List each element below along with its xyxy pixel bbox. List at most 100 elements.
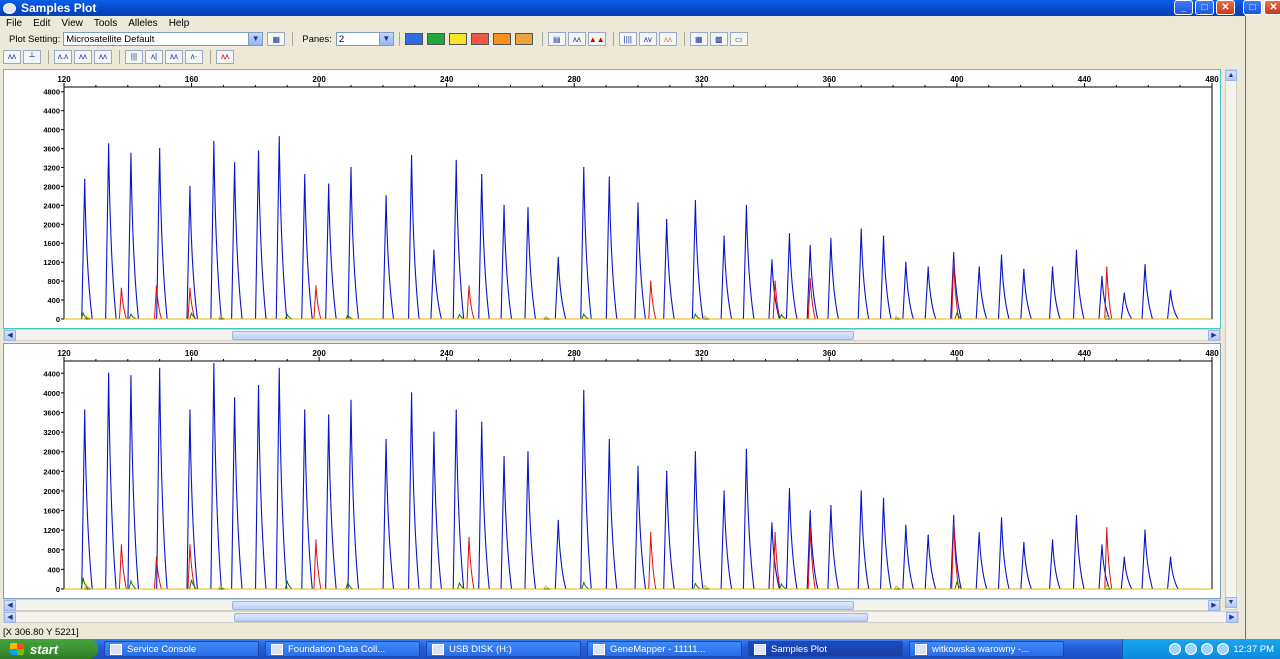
window-horizontal-scrollbar[interactable]: ◀ ▶ xyxy=(3,611,1239,623)
table-view-icon[interactable]: ▤ xyxy=(547,32,566,46)
peak-point xyxy=(860,228,862,230)
dye-color-button-4[interactable] xyxy=(470,33,489,45)
pane-1-horizontal-scrollbar[interactable]: ◀ ▶ xyxy=(3,329,1221,341)
scroll-left-icon[interactable]: ◀ xyxy=(4,330,16,341)
dye-color-button-6[interactable] xyxy=(514,33,533,45)
allele-call-icon[interactable]: ʌ| xyxy=(145,49,163,64)
window-vertical-scrollbar[interactable]: ▲ ▼ xyxy=(1225,69,1237,610)
menu-edit[interactable]: Edit xyxy=(33,18,50,29)
peak-point xyxy=(108,372,110,374)
overlay-peaks-icon[interactable]: ʌv xyxy=(638,32,657,46)
plot-setting-select[interactable]: Microsatellite Default ▼ xyxy=(63,32,264,46)
peak-point xyxy=(458,582,461,584)
peak-label-icon[interactable]: ʌ· xyxy=(185,49,203,64)
task-label: GeneMapper - 11111... xyxy=(610,643,706,655)
series-3 xyxy=(64,577,1212,590)
genotype-table-icon[interactable]: ▩ xyxy=(709,32,728,46)
scroll-left-icon[interactable]: ◀ xyxy=(4,612,16,623)
task-witkowska[interactable]: witkowska warowny -... xyxy=(909,641,1064,657)
scroll-left-icon[interactable]: ◀ xyxy=(4,600,16,611)
minimize-button[interactable]: _ xyxy=(1174,0,1193,15)
genemapper-icon xyxy=(593,643,605,655)
single-marker-icon[interactable]: ┴ xyxy=(23,49,41,64)
task-label: Foundation Data Coll... xyxy=(288,643,386,655)
peak-point xyxy=(84,409,86,411)
scroll-thumb[interactable] xyxy=(232,331,854,340)
peak-point xyxy=(650,280,652,282)
network-icon[interactable] xyxy=(1185,643,1198,655)
peak-point xyxy=(82,577,84,579)
volume-icon[interactable] xyxy=(1201,643,1214,655)
peak-point xyxy=(527,451,529,453)
peak-point xyxy=(433,249,435,251)
peak-point xyxy=(304,409,306,411)
pane-2-horizontal-scrollbar[interactable]: ◀ ▶ xyxy=(3,599,1221,611)
series-trace xyxy=(64,314,1212,320)
bins-icon[interactable]: |||| xyxy=(618,32,637,46)
peak-point xyxy=(1000,517,1003,519)
task-genemapper[interactable]: GeneMapper - 11111... xyxy=(587,641,742,657)
scroll-right-icon[interactable]: ▶ xyxy=(1208,330,1220,341)
plot-settings-editor-icon[interactable]: ▦ xyxy=(267,32,286,46)
menu-view[interactable]: View xyxy=(61,18,83,29)
series-1 xyxy=(64,362,1212,590)
zoom-peaks-icon[interactable]: ʌ.ʌ xyxy=(54,49,72,64)
maximize-button[interactable]: □ xyxy=(1243,0,1262,15)
zoom-selected-icon[interactable]: ʌʌ xyxy=(74,49,92,64)
task-service-console[interactable]: Service Console xyxy=(104,641,259,657)
colored-peaks-icon[interactable]: ʌʌ xyxy=(658,32,677,46)
full-view-icon[interactable]: ʌʌ xyxy=(3,49,21,64)
peak-point xyxy=(544,316,547,318)
close-button[interactable]: ✕ xyxy=(1264,0,1280,15)
scroll-right-icon[interactable]: ▶ xyxy=(1226,612,1238,623)
security-icon[interactable] xyxy=(1217,643,1230,655)
scroll-down-icon[interactable]: ▼ xyxy=(1225,597,1237,608)
start-button[interactable]: start xyxy=(0,639,98,659)
menu-alleles[interactable]: Alleles xyxy=(128,18,157,29)
background-window[interactable] xyxy=(1245,16,1280,639)
dye-color-button-3[interactable] xyxy=(448,33,467,45)
bin-display-icon[interactable]: ||| xyxy=(125,49,143,64)
task-samples-plot[interactable]: Samples Plot xyxy=(748,641,903,657)
sizing-table-icon[interactable]: ▦ xyxy=(689,32,708,46)
scroll-thumb[interactable] xyxy=(232,601,854,610)
report-icon[interactable]: ▭ xyxy=(729,32,748,46)
plot-pane-2[interactable]: 120 160 200 240 280 320 360 400 440 480 0 400 800 120… xyxy=(3,343,1221,599)
peak-point xyxy=(956,581,958,583)
plot-pane-1[interactable]: 120 160 200 240 280 320 360 400 440 480 0 400 800 120… xyxy=(3,69,1221,329)
tray-icon[interactable] xyxy=(1169,643,1182,655)
peak-point xyxy=(1051,539,1054,541)
task-usb-disk[interactable]: USB DISK (H:) xyxy=(426,641,581,657)
dye-color-button-5[interactable] xyxy=(492,33,511,45)
peak-point xyxy=(350,166,352,169)
panes-select[interactable]: 2 ▼ xyxy=(335,32,394,46)
scroll-right-icon[interactable]: ▶ xyxy=(1208,600,1220,611)
peak-point xyxy=(694,313,697,315)
peak-point xyxy=(234,162,236,164)
series-trace xyxy=(64,311,1212,320)
peaks-icon[interactable]: ʌʌ xyxy=(567,32,586,46)
close-button[interactable]: ✕ xyxy=(1216,0,1235,15)
marker-range-icon[interactable]: ʌʌ xyxy=(165,49,183,64)
peak-point xyxy=(159,147,161,150)
scroll-thumb[interactable] xyxy=(234,613,868,622)
menu-help[interactable]: Help xyxy=(169,18,190,29)
zoom-out-icon[interactable]: ʌʌ xyxy=(94,49,112,64)
peak-point xyxy=(85,315,87,317)
y-tick-label: 400 xyxy=(47,565,60,574)
maximize-button[interactable]: □ xyxy=(1195,0,1214,15)
red-peaks-icon[interactable]: ▲▲ xyxy=(587,32,606,46)
menu-tools[interactable]: Tools xyxy=(94,18,117,29)
dye-color-button-2[interactable] xyxy=(426,33,445,45)
task-foundation-data[interactable]: Foundation Data Coll... xyxy=(265,641,420,657)
peak-point xyxy=(694,200,697,202)
peak-point xyxy=(1106,584,1108,586)
peak-point xyxy=(189,287,191,289)
peak-point xyxy=(219,584,221,587)
app-icon xyxy=(3,2,16,14)
dye-color-button-1[interactable] xyxy=(404,33,423,45)
size-standard-icon[interactable]: ʌʌ xyxy=(216,49,234,64)
scroll-up-icon[interactable]: ▲ xyxy=(1225,70,1237,81)
menu-file[interactable]: File xyxy=(6,18,22,29)
peak-point xyxy=(527,207,529,209)
